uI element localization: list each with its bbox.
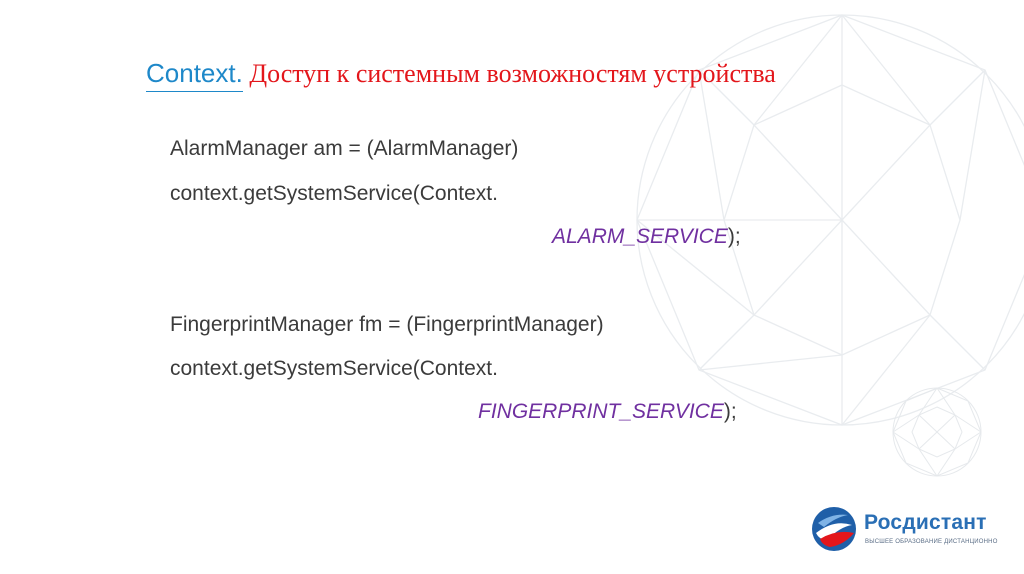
alarm-service-constant: ALARM_SERVICE — [552, 225, 728, 248]
alarm-code-suffix: ); — [727, 225, 741, 248]
small-geodesic-sphere-graphic — [892, 387, 982, 477]
fingerprint-code-line-3: FINGERPRINT_SERVICE); — [478, 400, 737, 424]
title-context-link: Context. — [146, 56, 243, 92]
logo-tagline: ВЫСШЕЕ ОБРАЗОВАНИЕ ДИСТАНЦИОННО — [865, 539, 998, 545]
rosdistant-logo: Росдистант ВЫСШЕЕ ОБРАЗОВАНИЕ ДИСТАНЦИОН… — [810, 505, 1000, 557]
alarm-code-line-3: ALARM_SERVICE); — [552, 225, 741, 249]
logo-name: Росдистант — [864, 511, 987, 534]
fingerprint-service-constant: FINGERPRINT_SERVICE — [478, 400, 724, 423]
fingerprint-code-suffix: ); — [723, 400, 737, 423]
fingerprint-code-line-2: context.getSystemService(Context. — [170, 357, 498, 380]
alarm-code-line-2: context.getSystemService(Context. — [170, 182, 498, 205]
fingerprint-code-line-1: FingerprintManager fm = (FingerprintMana… — [170, 313, 604, 336]
alarm-code-line-1: AlarmManager am = (AlarmManager) — [170, 137, 519, 160]
title-text: Доступ к системным возможностям устройст… — [242, 59, 776, 88]
slide-title: Context. Доступ к системным возможностям… — [146, 56, 776, 92]
rosdistant-globe-icon — [812, 507, 856, 551]
slide: Context. Доступ к системным возможностям… — [0, 0, 1024, 574]
